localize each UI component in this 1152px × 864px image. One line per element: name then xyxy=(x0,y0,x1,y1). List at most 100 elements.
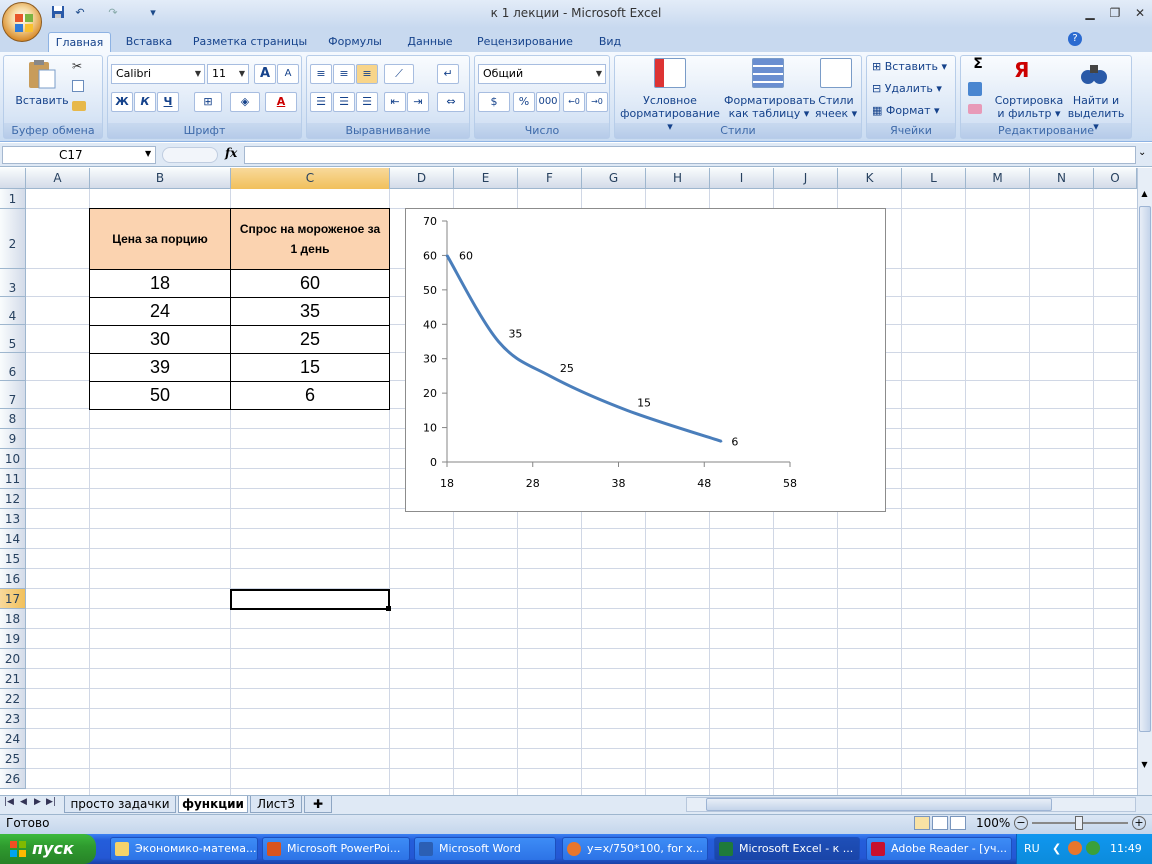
row-header[interactable]: 4 xyxy=(0,297,26,325)
row-header[interactable]: 18 xyxy=(0,609,26,629)
row-header[interactable]: 20 xyxy=(0,649,26,669)
align-left-icon[interactable]: ☰ xyxy=(310,92,332,112)
tray-expand-icon[interactable]: ❮ xyxy=(1052,842,1061,855)
increase-indent-icon[interactable]: ⇥ xyxy=(407,92,429,112)
conditional-format-button[interactable]: Условное форматирование ▾ xyxy=(616,94,724,133)
sort-filter-icon[interactable]: Я xyxy=(1014,58,1029,82)
sort-filter-button[interactable]: Сортировка и фильтр ▾ xyxy=(994,94,1064,120)
row-header[interactable]: 25 xyxy=(0,749,26,769)
underline-button[interactable]: Ч xyxy=(157,92,179,112)
font-size-select[interactable]: 11 ▼ xyxy=(207,64,249,84)
percent-button[interactable]: % xyxy=(513,92,535,112)
sheet-nav-first-icon[interactable]: |◀ xyxy=(4,797,14,807)
column-header-d[interactable]: D xyxy=(390,168,454,189)
font-name-select[interactable]: Calibri ▼ xyxy=(111,64,205,84)
row-header[interactable]: 17 xyxy=(0,589,26,609)
row-header[interactable]: 14 xyxy=(0,529,26,549)
paste-icon[interactable] xyxy=(25,58,59,90)
select-all-button[interactable] xyxy=(0,168,26,189)
insert-sheet-icon[interactable]: ✚ xyxy=(304,796,332,813)
column-header-j[interactable]: J xyxy=(774,168,838,189)
column-header-g[interactable]: G xyxy=(582,168,646,189)
format-as-table-button[interactable]: Форматировать как таблицу ▾ xyxy=(724,94,816,120)
row-header[interactable]: 5 xyxy=(0,325,26,353)
close-button[interactable]: ✕ xyxy=(1128,4,1152,22)
row-header[interactable]: 26 xyxy=(0,769,26,789)
column-header-k[interactable]: K xyxy=(838,168,902,189)
vertical-scroll-thumb[interactable] xyxy=(1139,206,1151,732)
orientation-icon[interactable]: ⟋ xyxy=(384,64,414,84)
thousands-button[interactable]: 000 xyxy=(536,92,560,112)
price-cell[interactable]: 18 xyxy=(89,269,231,298)
tray-network-icon[interactable] xyxy=(1086,841,1100,855)
zoom-out-icon[interactable]: − xyxy=(1014,816,1028,830)
font-color-button[interactable]: A xyxy=(265,92,297,112)
table-header-demand[interactable]: Спрос на мороженое за 1 день xyxy=(230,208,390,270)
column-header-c[interactable]: C xyxy=(231,168,390,189)
column-header-m[interactable]: M xyxy=(966,168,1030,189)
decrease-indent-icon[interactable]: ⇤ xyxy=(384,92,406,112)
column-header-f[interactable]: F xyxy=(518,168,582,189)
shrink-font-button[interactable]: A xyxy=(277,64,299,84)
increase-decimal-icon[interactable]: ←0 xyxy=(563,92,585,112)
scroll-up-icon[interactable]: ▲ xyxy=(1139,189,1150,205)
fill-color-icon[interactable]: ◈ xyxy=(230,92,260,112)
column-header-n[interactable]: N xyxy=(1030,168,1094,189)
zoom-in-icon[interactable]: + xyxy=(1132,816,1146,830)
scroll-down-icon[interactable]: ▼ xyxy=(1139,760,1150,776)
currency-icon[interactable]: $ xyxy=(478,92,510,112)
help-icon[interactable]: ? xyxy=(1068,32,1082,46)
row-header[interactable]: 10 xyxy=(0,449,26,469)
taskbar-item-browser[interactable]: y=x/750*100, for x... xyxy=(562,837,708,861)
normal-view-icon[interactable] xyxy=(914,816,930,830)
expand-formula-bar-icon[interactable]: ⌄ xyxy=(1138,147,1146,158)
insert-cells-button[interactable]: ⊞ Вставить ▾ xyxy=(872,60,952,73)
align-middle-icon[interactable]: ≡ xyxy=(333,64,355,84)
copy-icon[interactable] xyxy=(72,80,84,92)
column-header-h[interactable]: H xyxy=(646,168,710,189)
column-header-o[interactable]: O xyxy=(1094,168,1137,189)
taskbar-item-adobe[interactable]: Adobe Reader - [уч... xyxy=(866,837,1012,861)
align-top-icon[interactable]: ≡ xyxy=(310,64,332,84)
row-header[interactable]: 9 xyxy=(0,429,26,449)
formula-input[interactable] xyxy=(244,146,1136,164)
price-cell[interactable]: 24 xyxy=(89,297,231,326)
format-cells-button[interactable]: ▦ Формат ▾ xyxy=(872,104,952,117)
column-header-a[interactable]: A xyxy=(26,168,90,189)
format-as-table-icon[interactable] xyxy=(752,58,784,88)
demand-cell[interactable]: 35 xyxy=(230,297,390,326)
restore-button[interactable]: ❐ xyxy=(1103,4,1127,22)
tab-home[interactable]: Главная xyxy=(48,32,111,52)
cut-icon[interactable]: ✂ xyxy=(72,59,82,73)
row-header[interactable]: 15 xyxy=(0,549,26,569)
office-button[interactable] xyxy=(2,2,42,42)
insert-function-button[interactable]: fx xyxy=(225,146,237,160)
row-header[interactable]: 19 xyxy=(0,629,26,649)
tab-insert[interactable]: Вставка xyxy=(118,32,180,52)
borders-icon[interactable]: ⊞ xyxy=(194,92,222,112)
table-header-price[interactable]: Цена за порцию xyxy=(89,208,231,270)
tray-app-icon[interactable] xyxy=(1068,841,1082,855)
page-break-view-icon[interactable] xyxy=(950,816,966,830)
name-box-dropdown-icon[interactable]: ▼ xyxy=(145,149,151,158)
row-header[interactable]: 6 xyxy=(0,353,26,381)
align-right-icon[interactable]: ☰ xyxy=(356,92,378,112)
minimize-button[interactable]: ▁ xyxy=(1078,4,1102,22)
price-cell[interactable]: 39 xyxy=(89,353,231,382)
row-header[interactable]: 22 xyxy=(0,689,26,709)
demand-cell[interactable]: 25 xyxy=(230,325,390,354)
tab-page-layout[interactable]: Разметка страницы xyxy=(190,32,310,52)
price-cell[interactable]: 30 xyxy=(89,325,231,354)
row-header[interactable]: 3 xyxy=(0,269,26,297)
fill-icon[interactable] xyxy=(968,82,982,96)
taskbar-item-powerpoint[interactable]: Microsoft PowerPoi... xyxy=(262,837,410,861)
name-box[interactable]: C17 xyxy=(2,146,156,164)
horizontal-scroll-thumb[interactable] xyxy=(706,798,1052,811)
row-header[interactable]: 24 xyxy=(0,729,26,749)
conditional-format-icon[interactable] xyxy=(654,58,686,88)
sheet-nav-last-icon[interactable]: ▶| xyxy=(46,797,56,807)
row-header[interactable]: 23 xyxy=(0,709,26,729)
merge-center-icon[interactable]: ⇔ xyxy=(437,92,465,112)
sheet-tab-list3[interactable]: Лист3 xyxy=(250,796,302,813)
binoculars-icon[interactable] xyxy=(1080,60,1108,86)
